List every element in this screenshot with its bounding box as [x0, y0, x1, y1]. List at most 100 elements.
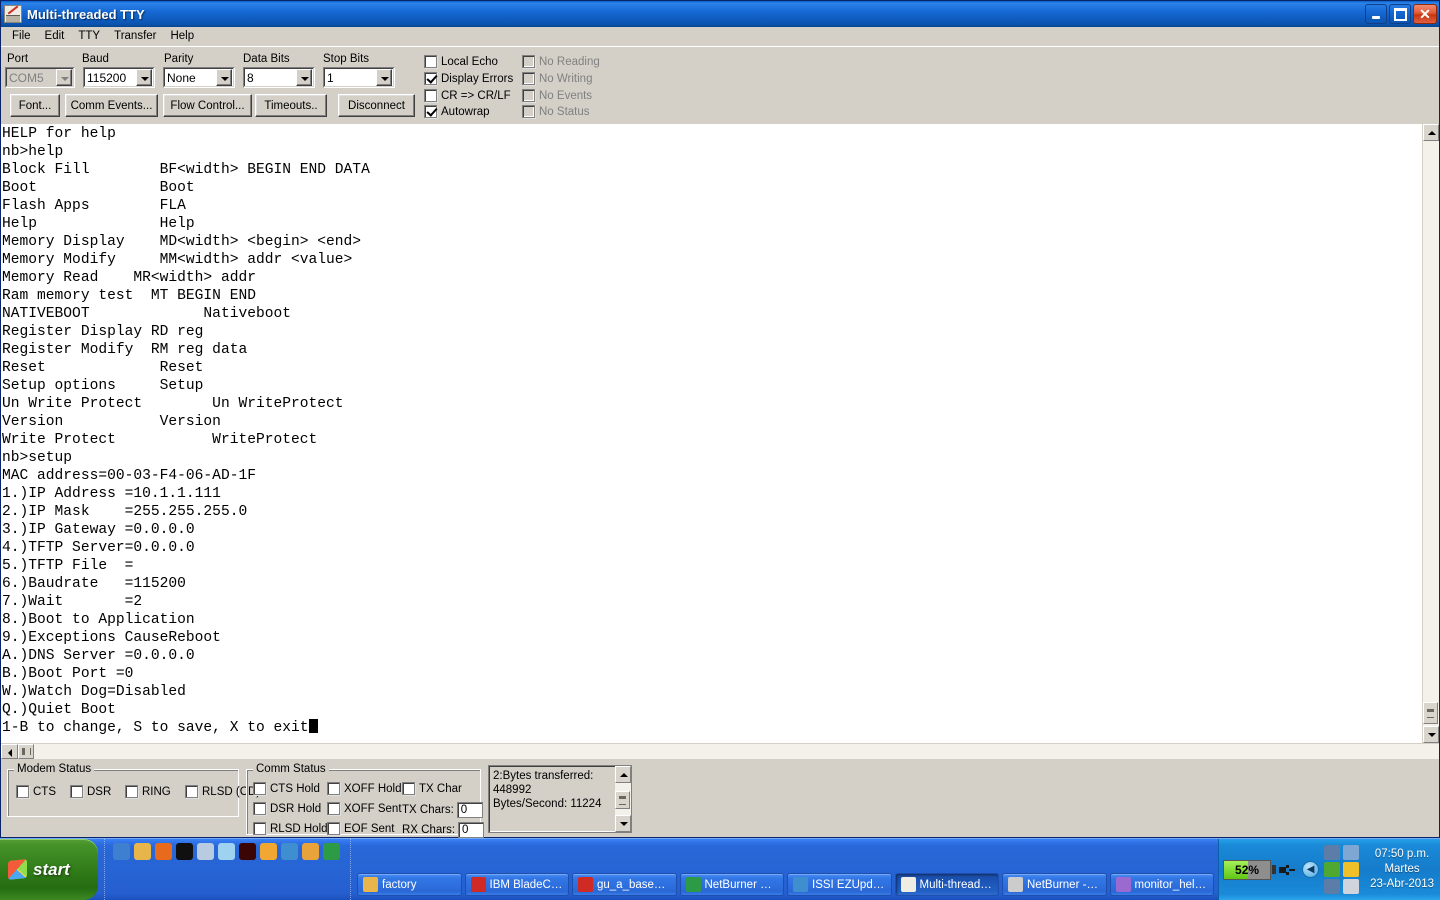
restore-button[interactable] — [1389, 4, 1411, 24]
image-icon — [1115, 877, 1131, 892]
checkbox-cts-hold[interactable]: CTS Hold — [253, 782, 320, 795]
checkbox-eof-sent[interactable]: EOF Sent — [327, 822, 395, 835]
checkbox-local-echo[interactable]: Local Echo — [424, 55, 498, 68]
timeouts-button[interactable]: Timeouts.. — [255, 94, 327, 117]
menu-transfer[interactable]: Transfer — [107, 28, 163, 44]
menu-file[interactable]: File — [5, 28, 38, 44]
combo-parity[interactable]: None — [163, 67, 235, 88]
chevron-down-icon[interactable] — [376, 69, 392, 86]
transfer-status-panel[interactable]: 2:Bytes transferred: 448992 Bytes/Second… — [488, 765, 632, 833]
battery-meter[interactable]: 52% — [1223, 859, 1296, 880]
checkbox-cr-crlf[interactable]: CR => CR/LF — [424, 89, 511, 102]
transfer-scroll-track[interactable] — [615, 783, 631, 815]
taskbar-item-netburner-com[interactable]: NetBurner Com... — [679, 873, 784, 896]
scroll-left-icon[interactable] — [1, 744, 18, 759]
quicklaunch-document-icon[interactable] — [218, 843, 235, 860]
vertical-scroll-track[interactable] — [1423, 141, 1439, 726]
quicklaunch-folder-icon[interactable] — [134, 843, 151, 860]
tx-chars-input[interactable]: 0 — [456, 802, 483, 818]
update-icon[interactable] — [1343, 862, 1360, 877]
windows-flag-icon — [8, 859, 27, 880]
quicklaunch-chrome-icon[interactable] — [323, 843, 340, 860]
combo-data-bits[interactable]: 8 — [243, 67, 315, 88]
start-button[interactable]: start — [0, 839, 98, 900]
chevron-down-icon[interactable] — [216, 69, 232, 86]
vertical-scroll-thumb[interactable] — [1423, 702, 1438, 724]
taskbar-item-monitor-help-jpg[interactable]: monitor_help.JP... — [1109, 873, 1214, 896]
volume-icon[interactable] — [1324, 862, 1341, 877]
taskbar-item-multi-threaded-tty[interactable]: Multi-threaded TTY — [894, 873, 999, 896]
combo-baud[interactable]: 115200 — [83, 67, 155, 88]
checkbox-box-icon — [522, 105, 535, 118]
terminal-output[interactable]: HELP for help nb>help Block Fill BF<width>… — [1, 124, 1422, 743]
terminal-line: 2.)IP Mask =255.255.255.0 — [2, 504, 248, 520]
checkbox-ring[interactable]: RING — [125, 785, 171, 798]
font-button[interactable]: Font... — [10, 94, 60, 117]
quicklaunch-stop-icon[interactable] — [239, 843, 256, 860]
network-warning-icon[interactable] — [1324, 845, 1341, 860]
taskbar-item-gu-a-bases-de[interactable]: gu_a_bases_de... — [572, 873, 677, 896]
terminal-horizontal-scrollbar[interactable] — [1, 743, 1439, 759]
tty-application-window: Multi-threaded TTY ✕ File Edit TTY Trans… — [0, 0, 1440, 838]
antivirus-icon[interactable] — [1343, 879, 1360, 894]
quicklaunch-crown-icon[interactable] — [302, 843, 319, 860]
comm-events-button[interactable]: Comm Events... — [65, 94, 158, 117]
combo-stop-bits[interactable]: 1 — [323, 67, 395, 88]
show-hidden-icons-icon[interactable]: ◀ — [1302, 861, 1320, 878]
terminal-line: Memory Read MR<width> addr — [2, 270, 256, 286]
checkbox-dsr-hold[interactable]: DSR Hold — [253, 802, 321, 815]
transfer-panel-scrollbar[interactable] — [615, 766, 631, 832]
taskbar-item-netburner-nbe[interactable]: NetBurner - NBE... — [1002, 873, 1107, 896]
netburner-icon — [1008, 877, 1023, 892]
taskbar-item-ibm-bladecenter[interactable]: IBM BladeCente... — [464, 873, 569, 896]
checkbox-autowrap[interactable]: Autowrap — [424, 105, 490, 118]
menu-tty[interactable]: TTY — [71, 28, 107, 44]
scroll-up-icon[interactable] — [1423, 124, 1439, 141]
disconnect-button[interactable]: Disconnect — [338, 94, 415, 117]
checkbox-local-echo-label: Local Echo — [441, 55, 498, 68]
combo-port[interactable]: COM5 — [5, 67, 75, 88]
terminal-line: 6.)Baudrate =115200 — [2, 576, 186, 592]
checkbox-box-icon — [522, 55, 535, 68]
quicklaunch-show-desktop-icon[interactable] — [113, 843, 130, 860]
chevron-down-icon[interactable] — [56, 69, 72, 86]
rx-chars-field-row: RX Chars: 0 — [402, 822, 485, 838]
chrome-icon — [685, 877, 701, 892]
power-plug-icon — [1279, 864, 1296, 875]
horizontal-scroll-track[interactable] — [34, 744, 1439, 759]
chevron-down-icon[interactable] — [296, 69, 312, 86]
quicklaunch-firefox-icon[interactable] — [155, 843, 172, 860]
clock[interactable]: 07:50 p.m. Martes 23-Abr-2013 — [1366, 847, 1434, 892]
checkbox-dsr[interactable]: DSR — [70, 785, 111, 798]
quicklaunch-excel-icon[interactable] — [281, 843, 298, 860]
scroll-down-icon[interactable] — [615, 815, 631, 832]
transfer-scroll-thumb[interactable] — [615, 791, 630, 809]
rx-chars-input[interactable]: 0 — [458, 822, 485, 838]
close-button[interactable]: ✕ — [1413, 4, 1437, 24]
terminal-vertical-scrollbar[interactable] — [1422, 124, 1439, 743]
chevron-down-icon[interactable] — [136, 69, 152, 86]
terminal-line: Reset Reset — [2, 360, 204, 376]
checkbox-display-errors[interactable]: Display Errors — [424, 72, 513, 85]
network-computers-icon[interactable] — [1324, 879, 1341, 894]
menu-edit[interactable]: Edit — [38, 28, 72, 44]
quicklaunch-notepad-icon[interactable] — [197, 843, 214, 860]
label-stop-bits: Stop Bits — [323, 53, 370, 65]
horizontal-scroll-thumb[interactable] — [18, 744, 34, 759]
taskbar-item-issi-ezupdate[interactable]: ISSI EZUpdate — [787, 873, 892, 896]
checkbox-rlsd-hold[interactable]: RLSD Hold — [253, 822, 328, 835]
checkbox-tx-char[interactable]: TX Char — [402, 782, 462, 795]
checkbox-cts[interactable]: CTS — [16, 785, 56, 798]
minimize-button[interactable] — [1365, 4, 1387, 24]
quicklaunch-messenger-icon[interactable] — [260, 843, 277, 860]
taskbar-item-factory[interactable]: factory — [357, 873, 462, 896]
flow-control-button[interactable]: Flow Control... — [163, 94, 252, 117]
menu-help[interactable]: Help — [163, 28, 201, 44]
wireless-icon[interactable] — [1343, 845, 1360, 860]
scroll-down-icon[interactable] — [1423, 726, 1439, 743]
quicklaunch-command-prompt-icon[interactable] — [176, 843, 193, 860]
clock-day: Martes — [1384, 863, 1420, 875]
checkbox-xoff-hold[interactable]: XOFF Hold — [327, 782, 402, 795]
checkbox-xoff-sent[interactable]: XOFF Sent — [327, 802, 402, 815]
scroll-up-icon[interactable] — [615, 766, 631, 783]
